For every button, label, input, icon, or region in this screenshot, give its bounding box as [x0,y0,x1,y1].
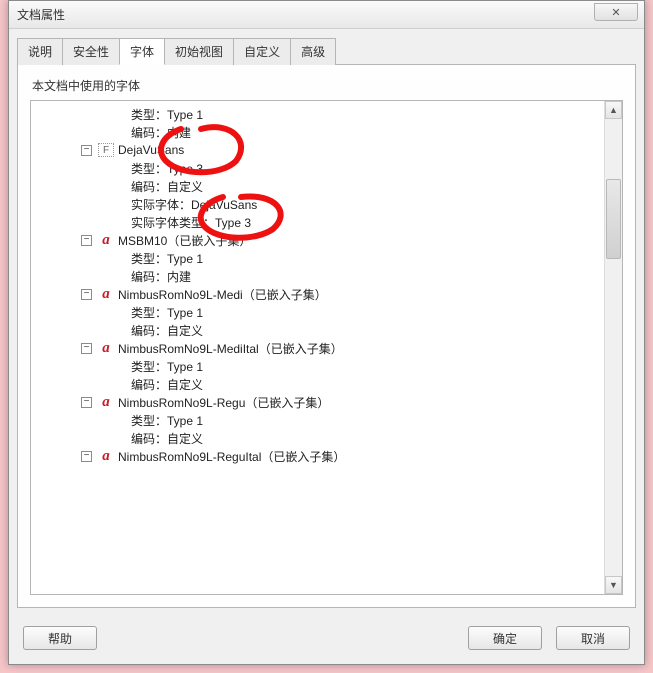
font-node[interactable]: −a NimbusRomNo9L-Medi（已嵌入子集） [31,285,604,303]
font-property: 类型：Type 1 [31,411,604,429]
ok-button[interactable]: 确定 [468,626,542,650]
font-property: 类型：Type 1 [31,357,604,375]
tab-initial-view[interactable]: 初始视图 [164,38,234,65]
tree-toggle[interactable]: − [81,235,92,246]
property-text: 编码：自定义 [131,322,203,339]
property-text: 编码：内建 [131,124,191,141]
font-property: 类型：Type 3 [31,159,604,177]
font-property: 类型：Type 1 [31,105,604,123]
property-text: 类型：Type 1 [131,106,203,123]
scroll-track[interactable] [605,119,622,576]
scroll-up-button[interactable]: ▲ [605,101,622,119]
tree-toggle[interactable]: − [81,397,92,408]
font-tree-container: 类型：Type 1编码：内建−FDejaVuSans类型：Type 3编码：自定… [30,100,623,595]
fonts-panel: 本文档中使用的字体 类型：Type 1编码：内建−FDejaVuSans类型：T… [17,64,636,608]
tree-toggle[interactable]: − [81,451,92,462]
property-text: 编码：自定义 [131,376,203,393]
font-node[interactable]: −a MSBM10（已嵌入子集） [31,231,604,249]
font-property: 实际字体类型：Type 3 [31,213,604,231]
font-property: 编码：内建 [31,267,604,285]
tab-fonts[interactable]: 字体 [119,38,165,65]
scroll-down-button[interactable]: ▼ [605,576,622,594]
property-text: 实际字体类型：Type 3 [131,214,251,231]
font-property: 类型：Type 1 [31,249,604,267]
property-text: 编码：自定义 [131,430,203,447]
font-property: 编码：自定义 [31,177,604,195]
property-text: 类型：Type 1 [131,250,203,267]
font-a-icon: a [98,233,114,247]
tree-toggle[interactable]: − [81,343,92,354]
help-button[interactable]: 帮助 [23,626,97,650]
font-property: 编码：自定义 [31,429,604,447]
property-text: 编码：自定义 [131,178,203,195]
font-name: NimbusRomNo9L-Regu（已嵌入子集） [118,394,329,411]
font-property: 编码：自定义 [31,375,604,393]
tree-toggle[interactable]: − [81,145,92,156]
tab-description[interactable]: 说明 [17,38,63,65]
tab-strip: 说明 安全性 字体 初始视图 自定义 高级 [9,29,644,64]
font-node[interactable]: −F DejaVuSans [31,141,604,159]
scroll-thumb[interactable] [606,179,621,259]
font-a-icon: a [98,287,114,301]
font-name: DejaVuSans [118,143,184,157]
property-text: 编码：内建 [131,268,191,285]
font-property: 编码：内建 [31,123,604,141]
font-property: 类型：Type 1 [31,303,604,321]
titlebar: 文档属性 ✕ [9,1,644,29]
font-property: 实际字体：DejaVuSans [31,195,604,213]
font-node[interactable]: −a NimbusRomNo9L-ReguItal（已嵌入子集） [31,447,604,465]
caret-up-icon: ▲ [609,105,618,115]
font-name: NimbusRomNo9L-Medi（已嵌入子集） [118,286,327,303]
tab-custom[interactable]: 自定义 [233,38,291,65]
close-button[interactable]: ✕ [594,3,638,21]
property-text: 类型：Type 1 [131,304,203,321]
font-name: NimbusRomNo9L-MediItal（已嵌入子集） [118,340,343,357]
font-node[interactable]: −a NimbusRomNo9L-Regu（已嵌入子集） [31,393,604,411]
caret-down-icon: ▼ [609,580,618,590]
property-text: 实际字体：DejaVuSans [131,196,257,213]
tree-toggle[interactable]: − [81,289,92,300]
font-a-icon: a [98,449,114,463]
close-icon: ✕ [611,6,620,19]
font-property: 编码：自定义 [31,321,604,339]
window-title: 文档属性 [17,6,65,23]
panel-header: 本文档中使用的字体 [30,75,623,100]
font-box-icon: F [98,143,114,157]
tab-advanced[interactable]: 高级 [290,38,336,65]
font-a-icon: a [98,341,114,355]
font-name: NimbusRomNo9L-ReguItal（已嵌入子集） [118,448,345,465]
document-properties-dialog: 文档属性 ✕ 说明 安全性 字体 初始视图 自定义 高级 本文档中使用的字体 类… [8,0,645,665]
font-a-icon: a [98,395,114,409]
font-node[interactable]: −a NimbusRomNo9L-MediItal（已嵌入子集） [31,339,604,357]
dialog-button-row: 帮助 确定 取消 [9,616,644,664]
property-text: 类型：Type 1 [131,358,203,375]
cancel-button[interactable]: 取消 [556,626,630,650]
font-name: MSBM10（已嵌入子集） [118,232,251,249]
tab-security[interactable]: 安全性 [62,38,120,65]
property-text: 类型：Type 3 [131,160,203,177]
vertical-scrollbar: ▲ ▼ [604,101,622,594]
font-tree: 类型：Type 1编码：内建−FDejaVuSans类型：Type 3编码：自定… [31,101,604,594]
property-text: 类型：Type 1 [131,412,203,429]
